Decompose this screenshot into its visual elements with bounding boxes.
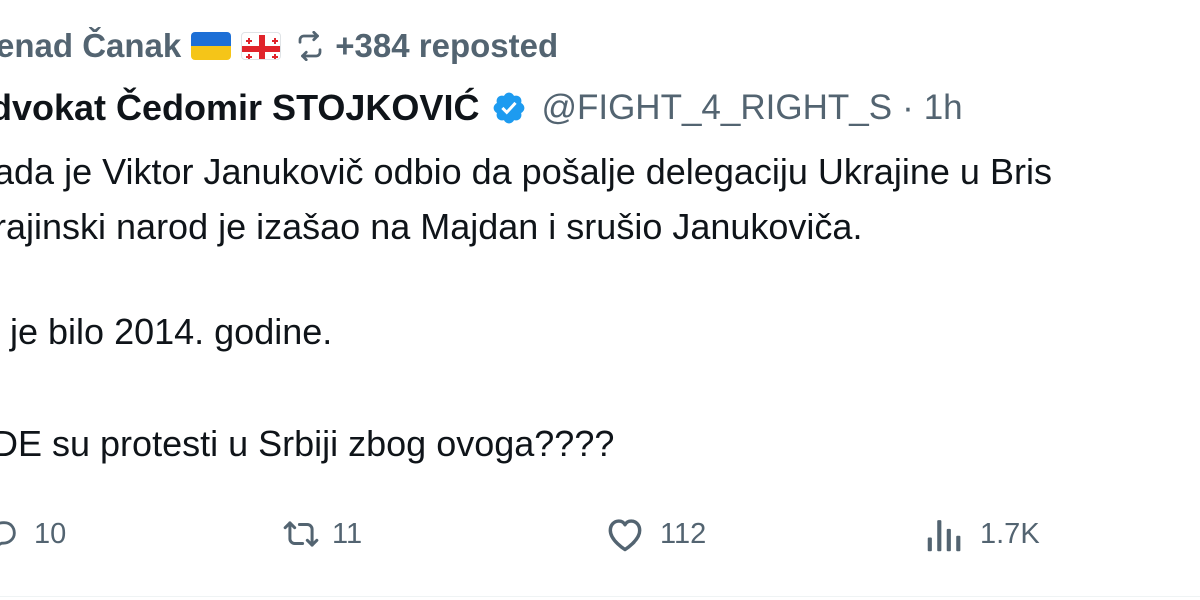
views-button[interactable]: 1.7K	[924, 512, 1040, 556]
reply-count: 10	[34, 517, 67, 550]
like-count: 112	[660, 517, 707, 550]
analytics-icon	[924, 515, 966, 553]
tweet-header: dvokat Čedomir STOJKOVIĆ @FIGHT_4_RIGHT_…	[0, 84, 963, 132]
author-handle[interactable]: @FIGHT_4_RIGHT_S	[541, 88, 892, 128]
verified-badge-icon[interactable]	[491, 90, 527, 126]
repost-label: +384 reposted	[335, 27, 559, 64]
timestamp[interactable]: 1h	[924, 88, 963, 128]
tweet-text-line-1: ada je Viktor Janukovič odbio da pošalje…	[0, 151, 1052, 192]
reply-icon	[0, 517, 20, 551]
tweet[interactable]: enad Čanak +384 reposted dvokat Čedomir …	[0, 0, 1200, 600]
divider	[0, 596, 1200, 597]
tweet-text-line-3: je bilo 2014. godine.	[10, 311, 333, 352]
repost-icon	[276, 515, 326, 553]
tweet-text-line-2: rajinski narod je izašao na Majdan i sru…	[0, 206, 863, 247]
author-name[interactable]: dvokat Čedomir STOJKOVIĆ	[0, 87, 479, 129]
repost-context: enad Čanak +384 reposted	[0, 26, 558, 66]
reposter-name[interactable]: enad Čanak	[0, 27, 181, 65]
separator-dot: ·	[902, 88, 914, 127]
reply-button[interactable]: 10	[0, 512, 66, 556]
repost-count: 11	[332, 517, 363, 550]
tweet-text-line-4: DE su protesti u Srbiji zbog ovoga????	[0, 423, 615, 464]
repost-button[interactable]: 11	[276, 512, 362, 556]
repost-icon	[293, 31, 327, 61]
like-button[interactable]: 112	[604, 512, 706, 556]
views-count: 1.7K	[980, 517, 1040, 550]
ukraine-flag-icon	[191, 32, 232, 60]
heart-icon	[604, 515, 646, 553]
georgia-flag-icon	[241, 32, 282, 60]
